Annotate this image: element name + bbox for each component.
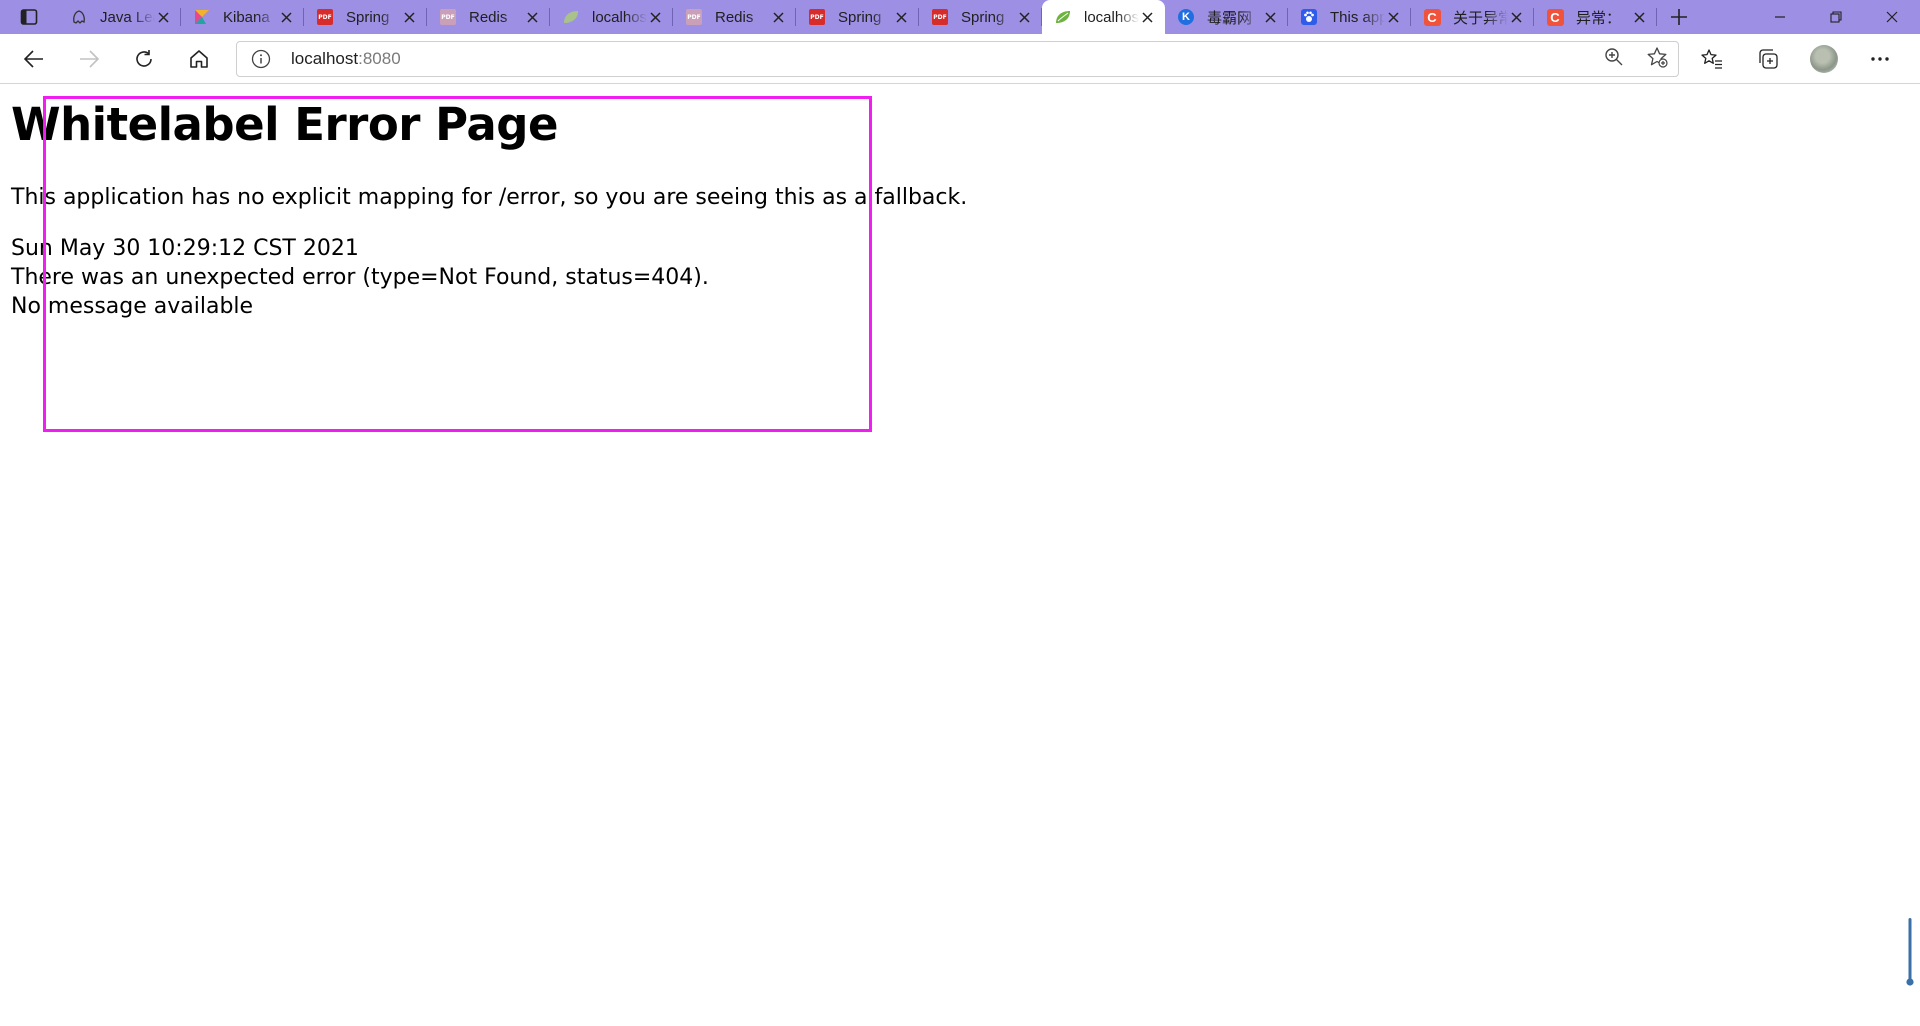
- tab-title: Kibana: [223, 8, 270, 26]
- home-button[interactable]: [177, 41, 221, 77]
- tab-title: Redis: [715, 8, 754, 26]
- k-icon: K: [1177, 8, 1195, 26]
- spring-leaf-icon: [1054, 8, 1072, 26]
- restore-button[interactable]: [1808, 0, 1864, 34]
- close-window-button[interactable]: [1864, 0, 1920, 34]
- spring-leaf-icon: [562, 8, 580, 26]
- close-icon[interactable]: [524, 9, 540, 25]
- arrow-left-icon: [24, 49, 43, 68]
- arrow-right-icon: [80, 49, 99, 68]
- refresh-icon: [136, 49, 152, 67]
- close-icon[interactable]: [1385, 9, 1401, 25]
- url-port: :8080: [358, 49, 401, 68]
- page-content: Whitelabel Error Page This application h…: [0, 85, 1920, 1026]
- collections-icon: [1759, 49, 1778, 69]
- tab-title: Spring: [346, 8, 390, 26]
- tab[interactable]: C 异常：: [1534, 0, 1657, 34]
- close-icon[interactable]: [401, 9, 417, 25]
- pdf-icon: PDF: [685, 8, 703, 26]
- tab[interactable]: PDF Spring: [796, 0, 919, 34]
- pdf-icon: PDF: [808, 8, 826, 26]
- back-button[interactable]: [12, 41, 56, 77]
- url-text[interactable]: localhost:8080: [291, 49, 401, 69]
- favorites-button[interactable]: [1690, 41, 1734, 77]
- github-octocat-icon: [70, 8, 88, 26]
- baidu-paw-icon: [1300, 8, 1318, 26]
- navigation-toolbar: localhost:8080: [0, 34, 1920, 84]
- error-detail: No message available: [11, 294, 254, 319]
- tab[interactable]: PDF Redis: [427, 0, 550, 34]
- favorites-list-icon: [1701, 49, 1722, 69]
- tab-active[interactable]: localhost: [1042, 0, 1165, 34]
- toolbar-actions: [1690, 41, 1914, 77]
- minimize-icon: [1775, 16, 1785, 18]
- pdf-icon: PDF: [931, 8, 949, 26]
- tab-title: localhost: [1084, 8, 1139, 26]
- more-horizontal-icon: [1871, 57, 1889, 61]
- url-host: localhost: [291, 49, 359, 68]
- tab[interactable]: Kibana: [181, 0, 304, 34]
- tab-strip: Java Learning Kibana PDF Spring PDF Redi…: [0, 0, 1920, 34]
- tab-title: localhost: [592, 8, 647, 26]
- new-tab-button[interactable]: [1657, 0, 1701, 34]
- star-add-icon: [1647, 47, 1668, 68]
- tab-title: Redis: [469, 8, 508, 26]
- tab-title: 异常：: [1576, 9, 1622, 27]
- address-bar[interactable]: localhost:8080: [236, 41, 1679, 77]
- page-title: Whitelabel Error Page: [11, 98, 559, 151]
- tab[interactable]: PDF Spring: [919, 0, 1042, 34]
- error-status: There was an unexpected error (type=Not …: [11, 265, 709, 290]
- zoom-button[interactable]: [1604, 47, 1624, 71]
- tab-title: Java Learning: [100, 8, 155, 26]
- tab[interactable]: PDF Spring: [304, 0, 427, 34]
- close-icon[interactable]: [1631, 9, 1647, 25]
- tab[interactable]: PDF Redis: [673, 0, 796, 34]
- refresh-button[interactable]: [122, 41, 166, 77]
- tab[interactable]: C 关于异常: [1411, 0, 1534, 34]
- tab-title: This app: [1330, 8, 1385, 26]
- csdn-icon: C: [1423, 8, 1441, 26]
- tab-title: 毒霸网: [1207, 9, 1253, 27]
- fallback-message: This application has no explicit mapping…: [11, 185, 968, 210]
- collections-button[interactable]: [1746, 41, 1790, 77]
- tab[interactable]: This app: [1288, 0, 1411, 34]
- kibana-icon: [193, 8, 211, 26]
- tab-title: Spring: [838, 8, 882, 26]
- plus-icon: [1671, 9, 1687, 25]
- home-icon: [190, 49, 208, 68]
- restore-icon: [1830, 11, 1842, 23]
- window-controls: [1752, 0, 1920, 34]
- forward-button[interactable]: [67, 41, 111, 77]
- close-icon: [1886, 11, 1898, 23]
- add-favorite-button[interactable]: [1646, 46, 1668, 72]
- tab-list: Java Learning Kibana PDF Spring PDF Redi…: [58, 0, 1657, 34]
- tab-actions-icon: [20, 9, 38, 25]
- pdf-icon: PDF: [439, 8, 457, 26]
- close-icon[interactable]: [770, 9, 786, 25]
- close-icon[interactable]: [647, 9, 663, 25]
- close-icon[interactable]: [893, 9, 909, 25]
- close-icon[interactable]: [1016, 9, 1032, 25]
- profile-button[interactable]: [1802, 41, 1846, 77]
- tab[interactable]: K 毒霸网: [1165, 0, 1288, 34]
- error-timestamp: Sun May 30 10:29:12 CST 2021: [11, 236, 359, 261]
- close-icon[interactable]: [1139, 9, 1155, 25]
- close-icon[interactable]: [1262, 9, 1278, 25]
- pdf-icon: PDF: [316, 8, 334, 26]
- tab-actions-button[interactable]: [0, 0, 58, 34]
- close-icon[interactable]: [1508, 9, 1524, 25]
- avatar: [1810, 45, 1838, 73]
- zoom-in-icon: [1605, 48, 1623, 66]
- close-icon[interactable]: [278, 9, 294, 25]
- close-icon[interactable]: [155, 9, 171, 25]
- info-icon[interactable]: [251, 49, 271, 69]
- tab-title: Spring: [961, 8, 1005, 26]
- minimize-button[interactable]: [1752, 0, 1808, 34]
- scroll-indicator: [1906, 918, 1914, 986]
- csdn-icon: C: [1546, 8, 1564, 26]
- tab-title: 关于异常: [1453, 9, 1508, 27]
- tab[interactable]: localhost: [550, 0, 673, 34]
- settings-menu-button[interactable]: [1858, 41, 1902, 77]
- tab[interactable]: Java Learning: [58, 0, 181, 34]
